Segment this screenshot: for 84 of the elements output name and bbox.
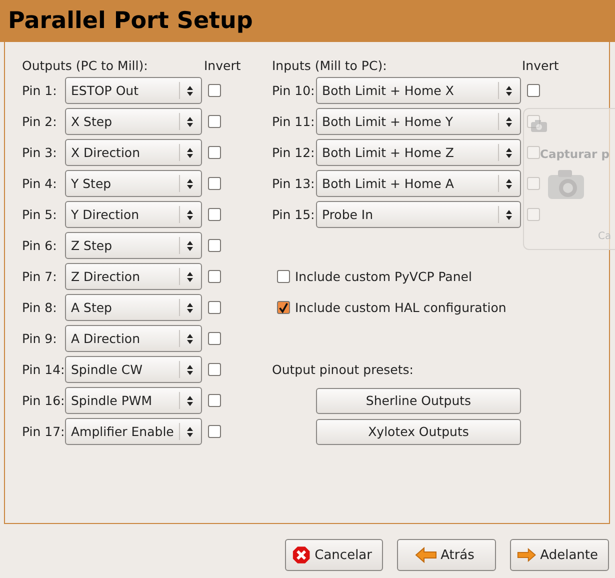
dropdown[interactable]: X Direction: [65, 139, 202, 166]
option-label: Include custom HAL configuration: [295, 300, 506, 315]
checkbox[interactable]: [208, 363, 221, 376]
spinner-arrows-icon: [505, 178, 513, 190]
spinner-arrows-icon: [186, 364, 194, 376]
forward-button[interactable]: Adelante: [510, 539, 609, 571]
spinner-arrows-icon: [186, 302, 194, 314]
pin-label: Pin 5:: [22, 207, 58, 222]
dropdown[interactable]: A Step: [65, 294, 202, 321]
cancel-button[interactable]: Cancelar: [285, 539, 383, 571]
spinner-arrows-icon: [505, 208, 513, 220]
spinner-arrows-icon: [505, 84, 513, 96]
dropdown[interactable]: Z Step: [65, 232, 202, 259]
checkbox[interactable]: [277, 301, 290, 314]
dropdown[interactable]: Both Limit + Home A: [316, 170, 521, 197]
checkbox[interactable]: [208, 425, 221, 438]
section-heading: Output pinout presets:: [272, 362, 414, 377]
pin-label: Pin 17:: [22, 424, 65, 439]
checkbox[interactable]: [208, 239, 221, 252]
spinner-arrows-icon: [505, 116, 513, 128]
checkbox[interactable]: [208, 115, 221, 128]
spinner-arrows-icon: [186, 208, 194, 220]
dropdown[interactable]: A Direction: [65, 325, 202, 352]
pin-label: Pin 16:: [22, 393, 65, 408]
spinner-arrows-icon: [186, 270, 194, 282]
checkbox[interactable]: [208, 270, 221, 283]
page-title: Parallel Port Setup: [8, 8, 253, 34]
pin-label: Pin 10:: [272, 83, 316, 98]
dropdown[interactable]: Spindle CW: [65, 356, 202, 383]
preset-button[interactable]: Sherline Outputs: [316, 388, 521, 414]
dropdown[interactable]: ESTOP Out: [65, 77, 202, 104]
checkbox[interactable]: [527, 84, 540, 97]
window-title: Capturar p: [540, 147, 610, 161]
dropdown[interactable]: Both Limit + Home Z: [316, 139, 521, 166]
dropdown[interactable]: Z Direction: [65, 263, 202, 290]
section-heading: Inputs (Mill to PC):: [272, 58, 388, 73]
spinner-arrows-icon: [505, 146, 513, 158]
spinner-arrows-icon: [186, 116, 194, 128]
spinner-arrows-icon: [186, 178, 194, 190]
pin-label: Pin 12:: [272, 145, 316, 160]
checkbox[interactable]: [208, 301, 221, 314]
dropdown[interactable]: Both Limit + Home Y: [316, 108, 521, 135]
pin-label: Pin 15:: [272, 207, 316, 222]
column-heading: Invert: [522, 58, 559, 73]
spinner-arrows-icon: [186, 146, 194, 158]
checkbox[interactable]: [208, 208, 221, 221]
pin-label: Pin 9:: [22, 331, 58, 346]
spinner-arrows-icon: [186, 394, 194, 406]
pin-label: Pin 3:: [22, 145, 58, 160]
pin-label: Pin 6:: [22, 238, 58, 253]
dropdown[interactable]: Amplifier Enable: [65, 418, 202, 445]
dropdown[interactable]: Spindle PWM: [65, 387, 202, 414]
right-arrow-icon: [517, 547, 536, 563]
pin-label: Pin 2:: [22, 114, 58, 129]
dropdown[interactable]: Y Step: [65, 170, 202, 197]
back-button[interactable]: Atrás: [397, 539, 496, 571]
spinner-arrows-icon: [186, 84, 194, 96]
column-heading: Invert: [204, 58, 241, 73]
checkbox[interactable]: [208, 84, 221, 97]
pin-label: Pin 7:: [22, 269, 58, 284]
dropdown[interactable]: Both Limit + Home X: [316, 77, 521, 104]
spinner-arrows-icon: [186, 240, 194, 252]
section-heading: Outputs (PC to Mill):: [22, 58, 149, 73]
dropdown[interactable]: Y Direction: [65, 201, 202, 228]
checkbox[interactable]: [208, 146, 221, 159]
pin-label: Pin 1:: [22, 83, 58, 98]
camera-icon: [530, 119, 548, 133]
pin-label: Pin 4:: [22, 176, 58, 191]
checkbox[interactable]: [208, 177, 221, 190]
checkbox[interactable]: [208, 332, 221, 345]
pin-label: Pin 8:: [22, 300, 58, 315]
dropdown[interactable]: Probe In: [316, 201, 521, 228]
checkbox[interactable]: [277, 270, 290, 283]
preset-button[interactable]: Xylotex Outputs: [316, 418, 521, 444]
pin-label: Pin 14:: [22, 362, 65, 377]
spinner-arrows-icon: [186, 332, 194, 344]
left-arrow-icon: [414, 547, 437, 563]
pin-label: Pin 11:: [272, 114, 316, 129]
dropdown[interactable]: X Step: [65, 108, 202, 135]
pin-label: Pin 13:: [272, 176, 316, 191]
option-label: Include custom PyVCP Panel: [295, 269, 472, 284]
close-icon: [292, 545, 311, 565]
checkbox[interactable]: [208, 394, 221, 407]
spinner-arrows-icon: [186, 426, 194, 438]
